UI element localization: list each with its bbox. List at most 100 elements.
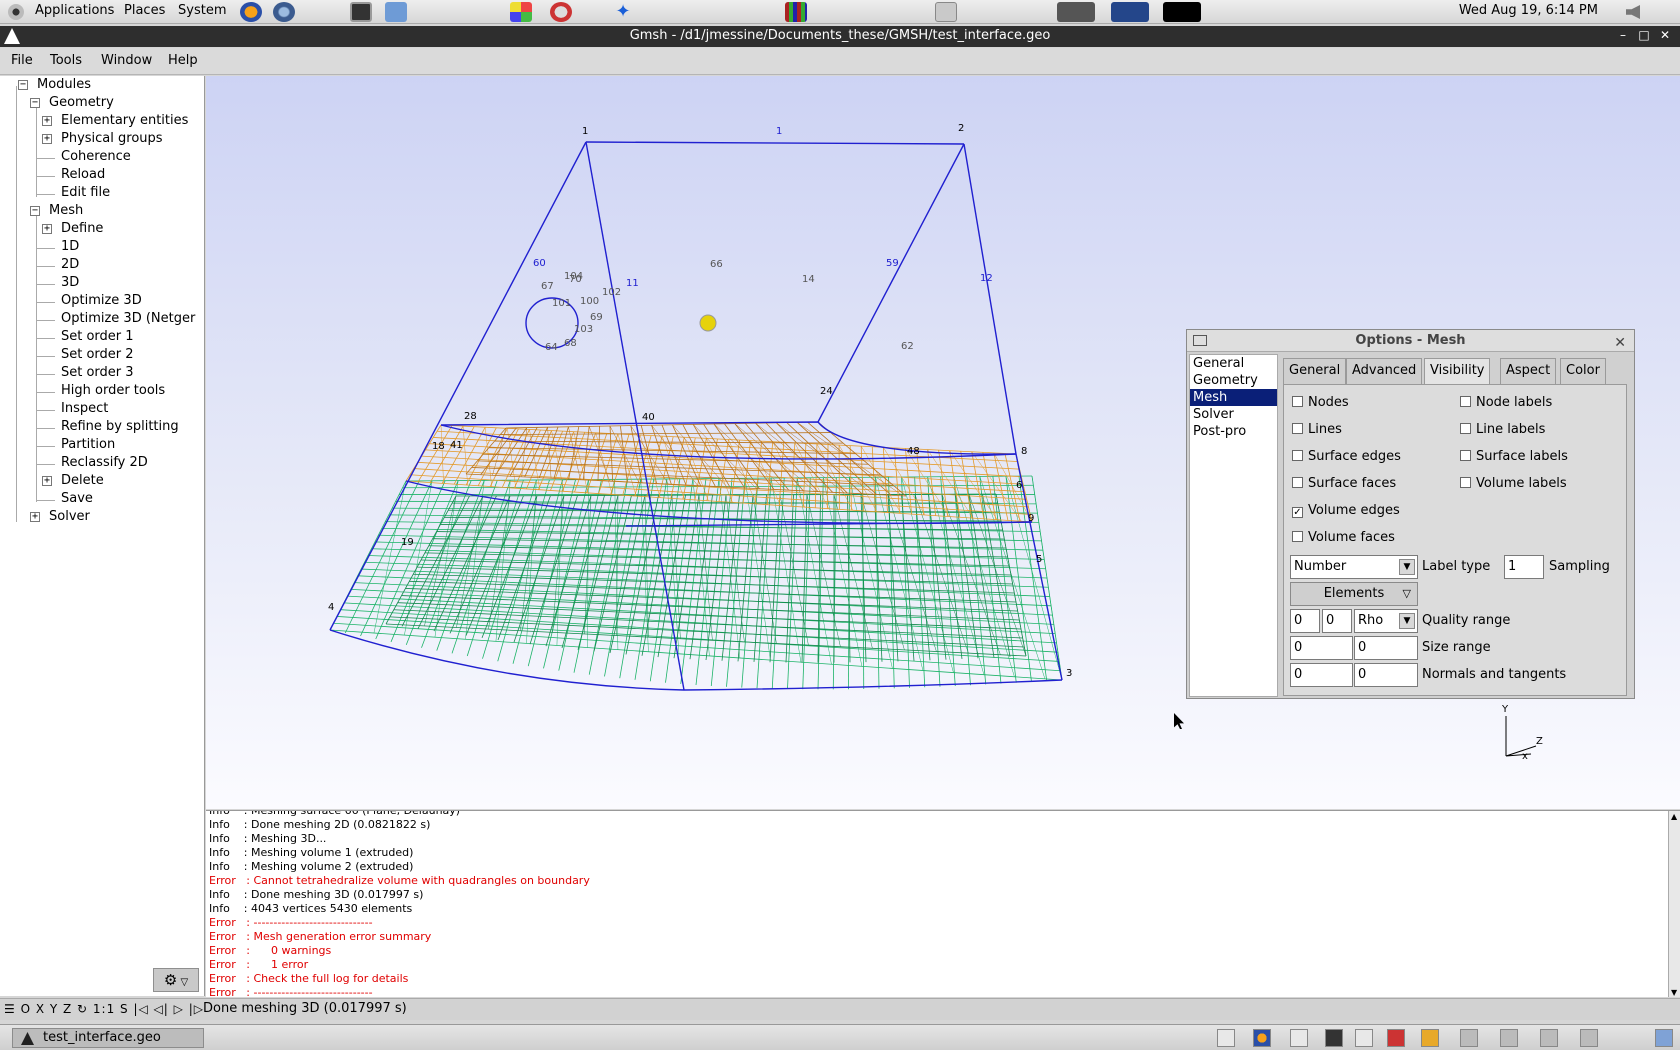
- normals-input[interactable]: 0: [1290, 663, 1353, 687]
- console-scrollbar[interactable]: ▲ ▼: [1668, 811, 1680, 997]
- category-solver[interactable]: Solver: [1190, 406, 1277, 423]
- chart-app-icon[interactable]: [785, 2, 807, 22]
- scroll-up-icon[interactable]: ▲: [1671, 812, 1677, 821]
- tray-tool-icon[interactable]: [1421, 1029, 1439, 1047]
- workspace-switcher[interactable]: [1460, 1029, 1478, 1047]
- chevron-down-icon[interactable]: ▼: [1399, 559, 1415, 575]
- close-window-icon[interactable]: ✕: [1658, 28, 1672, 42]
- taskbar-window-button[interactable]: test_interface.geo: [12, 1028, 204, 1048]
- workspace-switcher[interactable]: [1500, 1029, 1518, 1047]
- category-mesh[interactable]: Mesh: [1190, 389, 1277, 406]
- tray-gmsh-icon[interactable]: [1325, 1029, 1343, 1047]
- workspace-3[interactable]: [1163, 2, 1201, 22]
- tangents-input[interactable]: 0: [1354, 663, 1418, 687]
- sampling-input[interactable]: 1: [1504, 555, 1544, 579]
- checkbox-box[interactable]: [1292, 477, 1303, 488]
- quality-min-input[interactable]: 0: [1290, 609, 1320, 633]
- clock[interactable]: Wed Aug 19, 6:14 PM: [1459, 3, 1598, 18]
- category-geometry[interactable]: Geometry: [1190, 372, 1277, 389]
- checkbox-volume-faces[interactable]: Volume faces: [1292, 529, 1395, 547]
- terminal-icon[interactable]: [350, 2, 372, 22]
- tray-app-icon[interactable]: [1217, 1029, 1235, 1047]
- workspace-2[interactable]: [1111, 2, 1149, 22]
- tray-firefox-icon[interactable]: [1253, 1029, 1271, 1047]
- checkbox-lines[interactable]: Lines: [1292, 421, 1342, 439]
- checkbox-nodes[interactable]: Nodes: [1292, 394, 1349, 412]
- chevron-down-icon[interactable]: ▼: [1399, 613, 1415, 629]
- size-max-input[interactable]: 0: [1354, 636, 1418, 660]
- trash-icon[interactable]: [1655, 1029, 1673, 1047]
- tray-pdf-icon[interactable]: [1387, 1029, 1405, 1047]
- tool-icon[interactable]: [935, 2, 957, 22]
- places-menu[interactable]: Places: [124, 3, 165, 18]
- firefox-icon[interactable]: [240, 2, 262, 22]
- scroll-down-icon[interactable]: ▼: [1671, 988, 1677, 997]
- expand-icon[interactable]: +: [42, 224, 52, 234]
- size-min-input[interactable]: 0: [1290, 636, 1353, 660]
- tray-window-icon[interactable]: [1290, 1029, 1308, 1047]
- system-menu[interactable]: System: [178, 3, 226, 18]
- checkbox-box[interactable]: [1292, 396, 1303, 407]
- tab-aspect[interactable]: Aspect: [1500, 358, 1557, 384]
- collapse-icon[interactable]: −: [30, 206, 40, 216]
- menu-file[interactable]: File: [11, 53, 33, 68]
- checkbox-box[interactable]: [1460, 423, 1471, 434]
- checkbox-surface-faces[interactable]: Surface faces: [1292, 475, 1396, 493]
- tree-label: Modules: [37, 77, 92, 92]
- view-tools[interactable]: ☰ O X Y Z ↻ 1:1 S |◁ ◁| ▷ |▷: [4, 1002, 204, 1016]
- diamond-icon[interactable]: ✦: [612, 2, 634, 22]
- expand-icon[interactable]: +: [42, 476, 52, 486]
- entity-labels: 1 2356892428 40414818194111 125960146264666…: [328, 123, 1072, 679]
- applications-menu[interactable]: Applications: [35, 3, 114, 18]
- minimize-icon[interactable]: –: [1616, 28, 1630, 42]
- window-titlebar[interactable]: Gmsh - /d1/jmessine/Documents_these/GMSH…: [0, 26, 1680, 47]
- close-icon[interactable]: ✕: [1614, 332, 1626, 354]
- menu-tools[interactable]: Tools: [50, 53, 82, 68]
- expand-icon[interactable]: +: [30, 512, 40, 522]
- checkbox-volume-edges[interactable]: ✓ Volume edges: [1292, 502, 1400, 520]
- thunderbird-icon[interactable]: [273, 2, 295, 22]
- tab-general[interactable]: General: [1283, 358, 1347, 384]
- label-type-select[interactable]: Number ▼: [1290, 555, 1418, 579]
- app-icon[interactable]: [550, 2, 572, 22]
- quality-measure-select[interactable]: Rho ▼: [1354, 609, 1418, 633]
- menu-window[interactable]: Window: [101, 53, 152, 68]
- checkbox-box[interactable]: [1292, 531, 1303, 542]
- quality-max-input[interactable]: 0: [1322, 609, 1352, 633]
- checkbox-line-labels[interactable]: Line labels: [1460, 421, 1545, 439]
- dialog-titlebar[interactable]: Options - Mesh ✕: [1187, 330, 1634, 352]
- expand-icon[interactable]: +: [42, 134, 52, 144]
- checkbox-node-labels[interactable]: Node labels: [1460, 394, 1552, 412]
- category-post-pro[interactable]: Post-pro: [1190, 423, 1277, 440]
- maximize-icon[interactable]: □: [1637, 28, 1651, 42]
- elements-menu-button[interactable]: Elements ▽: [1290, 582, 1418, 606]
- category-general[interactable]: General: [1190, 355, 1277, 372]
- workspace-switcher[interactable]: [1540, 1029, 1558, 1047]
- workspace-1[interactable]: [1057, 2, 1095, 22]
- gnome-foot-icon[interactable]: [8, 4, 24, 20]
- tab-advanced[interactable]: Advanced: [1346, 358, 1423, 384]
- window-menu-icon[interactable]: [1193, 335, 1207, 346]
- checkbox-box[interactable]: [1292, 450, 1303, 461]
- windows-icon[interactable]: [510, 2, 532, 22]
- checkbox-box-checked[interactable]: ✓: [1292, 507, 1303, 518]
- settings-gear-button[interactable]: ⚙ ▽: [153, 968, 199, 992]
- collapse-icon[interactable]: −: [30, 98, 40, 108]
- tray-blank-icon[interactable]: [1355, 1029, 1373, 1047]
- checkbox-box[interactable]: [1460, 477, 1471, 488]
- menu-help[interactable]: Help: [168, 53, 198, 68]
- checkbox-box[interactable]: [1460, 396, 1471, 407]
- checkbox-box[interactable]: [1292, 423, 1303, 434]
- checkbox-volume-labels[interactable]: Volume labels: [1460, 475, 1567, 493]
- files-icon[interactable]: [385, 2, 407, 22]
- workspace-switcher[interactable]: [1580, 1029, 1598, 1047]
- expand-icon[interactable]: +: [42, 116, 52, 126]
- collapse-icon[interactable]: −: [18, 80, 28, 90]
- tab-visibility[interactable]: Visibility: [1424, 358, 1491, 385]
- checkbox-box[interactable]: [1460, 450, 1471, 461]
- speaker-icon[interactable]: [1626, 5, 1640, 19]
- checkbox-surface-labels[interactable]: Surface labels: [1460, 448, 1568, 466]
- tab-color[interactable]: Color: [1560, 358, 1606, 384]
- message-console[interactable]: Info : Meshing surface 66 (Plane, Delaun…: [206, 810, 1680, 997]
- checkbox-surface-edges[interactable]: Surface edges: [1292, 448, 1401, 466]
